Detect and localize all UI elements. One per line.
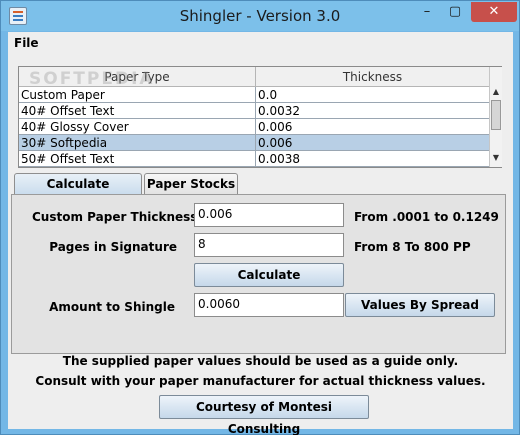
menu-file[interactable]: File bbox=[14, 36, 39, 50]
minimize-button[interactable]: – bbox=[413, 2, 441, 22]
cell-thickness: 0.0032 bbox=[258, 104, 300, 118]
paper-table: Paper Type Thickness SOFTPEDIA Custom Pa… bbox=[18, 66, 502, 168]
pages-range: From 8 To 800 PP bbox=[354, 240, 471, 254]
guide-note: The supplied paper values should be used… bbox=[62, 354, 459, 368]
custom-thickness-range: From .0001 to 0.1249 bbox=[354, 210, 499, 224]
client-area: File Paper Type Thickness SOFTPEDIA Cust… bbox=[8, 32, 513, 435]
close-button[interactable]: ✕ bbox=[471, 2, 517, 22]
calculate-button[interactable]: Calculate bbox=[194, 263, 344, 287]
table-header: Paper Type Thickness SOFTPEDIA bbox=[19, 67, 489, 89]
cell-thickness: 0.006 bbox=[258, 136, 293, 150]
custom-thickness-input[interactable]: 0.006 bbox=[194, 203, 344, 227]
table-scrollbar[interactable]: ▲ ▼ bbox=[489, 67, 502, 167]
cell-paper-type: Custom Paper bbox=[21, 88, 105, 102]
cell-paper-type: 40# Glossy Cover bbox=[21, 120, 129, 134]
amount-input[interactable]: 0.0060 bbox=[194, 293, 344, 317]
calculate-panel: Custom Paper Thickness 0.006 From .0001 … bbox=[11, 194, 506, 354]
table-row[interactable]: Custom Paper 0.0 bbox=[19, 87, 489, 103]
table-row-selected[interactable]: 30# Softpedia 0.006 bbox=[19, 135, 489, 151]
table-row[interactable]: 50# Offset Text 0.0038 bbox=[19, 151, 489, 167]
cell-paper-type: 30# Softpedia bbox=[21, 136, 108, 150]
softpedia-watermark: SOFTPEDIA bbox=[29, 69, 155, 89]
cell-thickness: 0.0 bbox=[258, 88, 278, 102]
custom-thickness-label: Custom Paper Thickness bbox=[32, 210, 198, 224]
scroll-up-arrow-icon[interactable]: ▲ bbox=[490, 87, 502, 99]
tab-calculate-shingling[interactable]: Calculate Shingling bbox=[14, 173, 142, 211]
values-by-spread-button[interactable]: Values By Spread bbox=[345, 293, 495, 317]
cell-thickness: 0.006 bbox=[258, 120, 293, 134]
maximize-button[interactable]: ▢ bbox=[441, 2, 469, 22]
tab-paper-stocks[interactable]: Paper Stocks bbox=[144, 173, 238, 195]
table-row[interactable]: 40# Offset Text 0.0032 bbox=[19, 103, 489, 119]
header-thickness[interactable]: Thickness bbox=[256, 70, 489, 84]
cell-paper-type: 40# Offset Text bbox=[21, 104, 115, 118]
app-window: Shingler - Version 3.0 – ▢ ✕ File Paper … bbox=[0, 0, 520, 435]
amount-label: Amount to Shingle bbox=[49, 300, 175, 314]
title-bar[interactable]: Shingler - Version 3.0 – ▢ ✕ bbox=[1, 1, 519, 31]
scroll-down-arrow-icon[interactable]: ▼ bbox=[490, 153, 502, 165]
pages-input[interactable]: 8 bbox=[194, 233, 344, 257]
consult-note: Consult with your paper manufacturer for… bbox=[35, 374, 486, 388]
cell-thickness: 0.0038 bbox=[258, 152, 300, 166]
pages-label: Pages in Signature bbox=[49, 240, 177, 254]
table-row[interactable]: 40# Glossy Cover 0.006 bbox=[19, 119, 489, 135]
scroll-thumb[interactable] bbox=[491, 100, 501, 130]
column-divider bbox=[255, 87, 256, 167]
courtesy-button[interactable]: Courtesy of Montesi Consulting bbox=[159, 395, 369, 435]
cell-paper-type: 50# Offset Text bbox=[21, 152, 115, 166]
menu-bar: File bbox=[8, 32, 513, 54]
